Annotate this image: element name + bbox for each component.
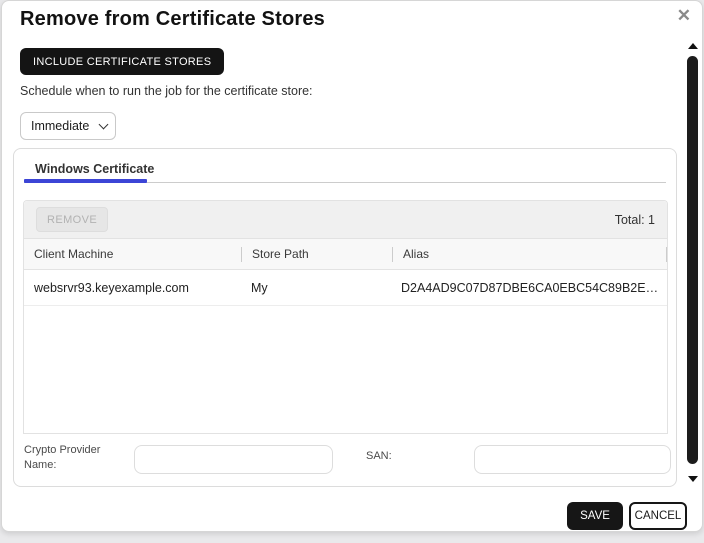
crypto-provider-input[interactable] [134, 445, 333, 474]
certificate-table: REMOVE Total: 1 Client Machine Store Pat… [23, 200, 668, 434]
cancel-button[interactable]: CANCEL [629, 502, 687, 530]
crypto-provider-label: Crypto Provider Name: [24, 443, 129, 473]
dialog-title: Remove from Certificate Stores [20, 8, 325, 31]
scroll-down-icon[interactable] [688, 476, 698, 482]
column-header-client-machine: Client Machine [24, 247, 241, 261]
column-header-store-path: Store Path [242, 247, 392, 261]
table-row[interactable]: websrvr93.keyexample.com My D2A4AD9C07D8… [24, 270, 667, 306]
schedule-select[interactable]: Immediate [20, 112, 116, 140]
dialog-scrollbar [687, 41, 699, 491]
table-empty-area [24, 306, 667, 433]
remove-from-certificate-stores-dialog: Remove from Certificate Stores ✕ INCLUDE… [1, 0, 703, 532]
cell-alias: D2A4AD9C07D87DBE6CA0EBC54C89B2E… [391, 281, 667, 295]
tab-windows-certificate[interactable]: Windows Certificate [35, 162, 154, 176]
column-header-alias: Alias [393, 247, 666, 261]
cell-client-machine: websrvr93.keyexample.com [24, 281, 241, 295]
san-label: SAN: [366, 450, 392, 462]
save-button[interactable]: SAVE [567, 502, 623, 530]
table-toolbar: REMOVE Total: 1 [24, 201, 667, 239]
cell-store-path: My [241, 281, 391, 295]
include-certificate-stores-button[interactable]: INCLUDE CERTIFICATE STORES [20, 48, 224, 75]
table-header-row: Client Machine Store Path Alias [24, 239, 667, 270]
scroll-up-icon[interactable] [688, 43, 698, 49]
column-divider [666, 247, 667, 262]
close-icon[interactable]: ✕ [677, 7, 691, 24]
scrollbar-thumb[interactable] [687, 56, 698, 464]
certificate-store-panel: Windows Certificate REMOVE Total: 1 Clie… [13, 148, 677, 487]
remove-button[interactable]: REMOVE [36, 207, 108, 232]
tab-active-indicator [24, 179, 147, 183]
san-input[interactable] [474, 445, 671, 474]
schedule-select-wrap: Immediate [20, 112, 116, 140]
total-count: Total: 1 [615, 213, 655, 227]
schedule-label: Schedule when to run the job for the cer… [20, 84, 313, 98]
